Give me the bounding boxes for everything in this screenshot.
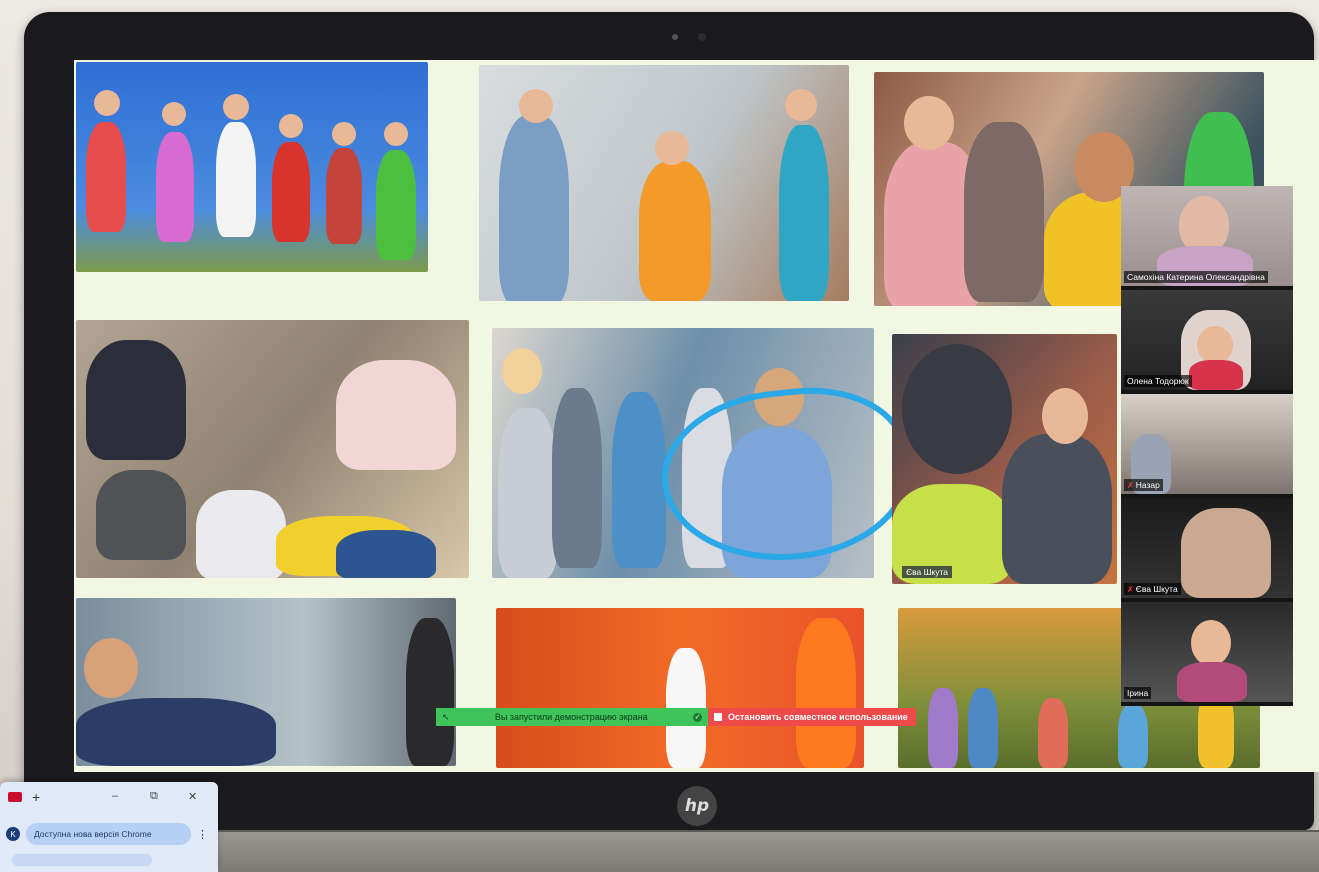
participant-name: Олена Тодорюк <box>1124 375 1192 387</box>
profile-avatar[interactable]: K <box>6 827 20 841</box>
mic-muted-icon: ✗ <box>1127 585 1134 594</box>
restore-button[interactable]: ⧉ <box>150 790 158 803</box>
shield-icon: ✓ <box>693 712 702 722</box>
stop-icon <box>714 713 722 721</box>
laptop-screen: Єва Шкута Самохіна Катерина Олександрівн… <box>74 60 1319 772</box>
stop-share-label: Остановить совместное использование <box>728 712 908 722</box>
minimize-button[interactable]: – <box>112 790 118 802</box>
new-tab-button[interactable]: + <box>32 789 40 805</box>
participant-tile[interactable]: ✗ Назар <box>1121 394 1293 494</box>
photo-tile-playground <box>496 608 864 768</box>
laptop-hinge <box>210 830 1319 872</box>
chrome-window: + – ⧉ ✕ K Доступна нова версія Chrome ⋮ <box>0 782 218 872</box>
participant-name: Самохіна Катерина Олександрівна <box>1124 271 1268 283</box>
participant-name: ✗ Назар <box>1124 479 1163 491</box>
participant-name: ✗ Єва Шкута <box>1124 583 1181 595</box>
share-status-text: Вы запустили демонстрацию экрана <box>494 712 648 722</box>
hp-logo: hp <box>677 786 717 826</box>
photo-tile-sad-kids <box>892 334 1117 584</box>
chrome-menu-icon[interactable]: ⋮ <box>197 828 208 841</box>
screen-share-toolbar: ↖ Вы запустили демонстрацию экрана ✓ Ост… <box>436 708 916 726</box>
mic-muted-icon: ✗ <box>1127 481 1134 490</box>
chrome-tab-strip: + <box>0 782 218 812</box>
pointer-icon: ↖ <box>442 711 450 722</box>
chrome-toolbar: K Доступна нова версія Chrome ⋮ <box>6 822 212 846</box>
webcam-led <box>672 34 678 40</box>
participant-tile[interactable]: ✗ Єва Шкута <box>1121 498 1293 598</box>
stop-share-button[interactable]: Остановить совместное использование <box>708 708 916 726</box>
participant-tile[interactable]: Самохіна Катерина Олександрівна <box>1121 186 1293 286</box>
participant-name: Ірина <box>1124 687 1152 699</box>
participant-tile[interactable]: Ірина <box>1121 602 1293 702</box>
photo-tile-classroom <box>479 65 849 301</box>
chrome-update-text: Доступна нова версія Chrome <box>34 829 152 839</box>
chrome-update-button[interactable]: Доступна нова версія Chrome <box>26 823 191 845</box>
participant-tile[interactable]: Олена Тодорюк <box>1121 290 1293 390</box>
photo-tile-floor-circle <box>76 320 469 578</box>
tile-participant-label: Єва Шкута <box>902 566 952 578</box>
chrome-omnibox[interactable] <box>12 854 152 866</box>
close-button[interactable]: ✕ <box>188 790 197 803</box>
laptop-bezel: Єва Шкута Самохіна Катерина Олександрівн… <box>24 12 1319 830</box>
share-status: ↖ Вы запустили демонстрацию экрана ✓ <box>436 708 708 726</box>
participant-video-strip: Самохіна Катерина Олександрівна Олена То… <box>1121 186 1293 706</box>
photo-tile-kids-jumping <box>76 62 428 272</box>
webcam-lens <box>698 33 706 41</box>
photo-tile-sad-boy <box>76 598 456 766</box>
youtube-tab-icon[interactable] <box>8 792 22 802</box>
